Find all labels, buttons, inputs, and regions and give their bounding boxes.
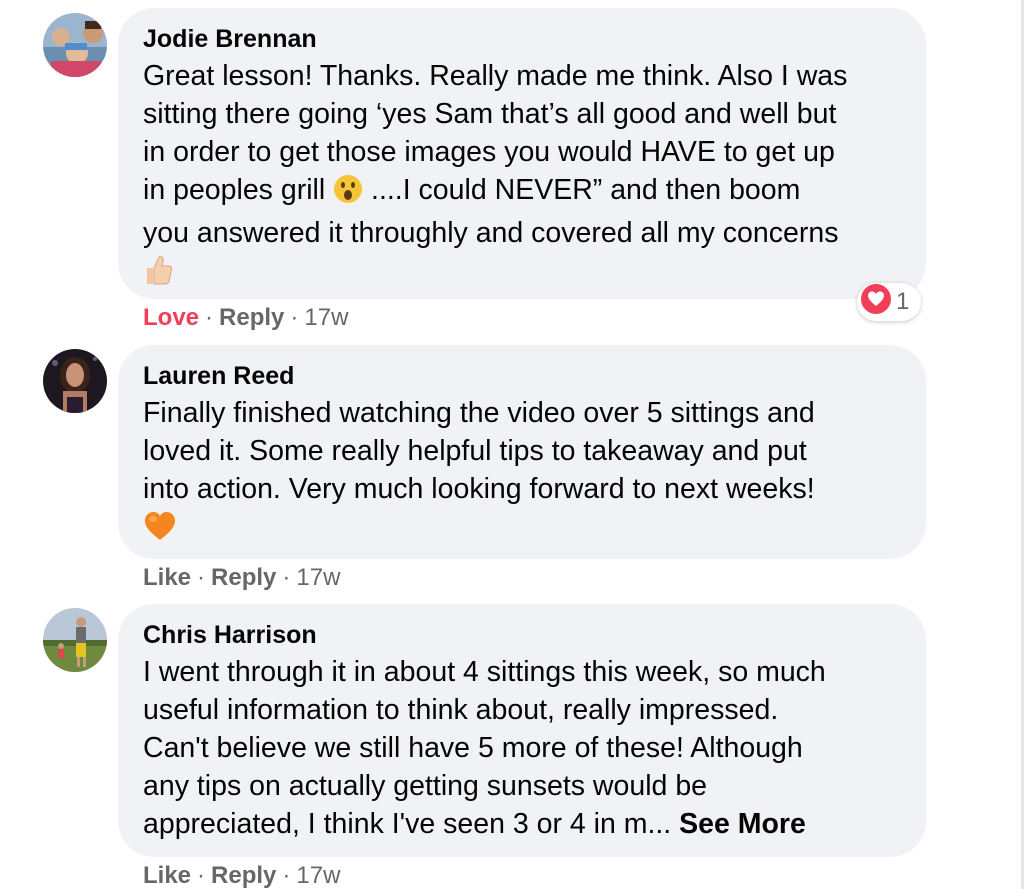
comment-line: Great lesson! Thanks. Really made me thi… bbox=[143, 60, 848, 92]
comment-actions: Like · Reply · 17w bbox=[143, 563, 340, 593]
comment-bubble: Lauren Reed Finally finished watching th… bbox=[118, 345, 926, 559]
reaction-count-badge[interactable]: 1 bbox=[857, 283, 922, 321]
comment-text: I went through it in about 4 sittings th… bbox=[143, 653, 902, 843]
comment-author[interactable]: Chris Harrison bbox=[143, 620, 902, 650]
emoji-line bbox=[143, 509, 902, 549]
comment-bubble: Jodie Brennan Great lesson! Thanks. Real… bbox=[118, 8, 926, 299]
timestamp[interactable]: 17w bbox=[296, 564, 340, 591]
comment-text: Finally finished watching the video over… bbox=[143, 394, 902, 549]
comment-line-with-emoji: in peoples grill ....I could NEVER” and … bbox=[143, 171, 902, 214]
orange-heart-icon bbox=[143, 510, 177, 552]
heart-reaction-icon bbox=[861, 283, 891, 321]
like-button[interactable]: Like bbox=[143, 862, 191, 889]
thumbs-up-icon bbox=[143, 254, 173, 296]
comment-line: appreciated, I think I've seen 3 or 4 in… bbox=[143, 808, 672, 840]
comment-line: Can't believe we still have 5 more of th… bbox=[143, 732, 803, 764]
avatar[interactable] bbox=[43, 349, 107, 413]
comment-line: Finally finished watching the video over… bbox=[143, 397, 815, 429]
emoji-line bbox=[143, 253, 902, 293]
comment-line: any tips on actually getting sunsets wou… bbox=[143, 770, 708, 802]
reply-button[interactable]: Reply bbox=[211, 862, 276, 889]
like-button[interactable]: Like bbox=[143, 564, 191, 591]
comment-line: ....I could NEVER” and then boom bbox=[371, 174, 801, 206]
reply-button[interactable]: Reply bbox=[219, 304, 284, 331]
comment-bubble: Chris Harrison I went through it in abou… bbox=[118, 604, 926, 857]
separator: · bbox=[290, 304, 299, 331]
comment-text: Great lesson! Thanks. Really made me thi… bbox=[143, 57, 902, 293]
timestamp[interactable]: 17w bbox=[304, 304, 348, 331]
comment-line: sitting there going ‘yes Sam that’s all … bbox=[143, 98, 837, 130]
comment-line: into action. Very much looking forward t… bbox=[143, 473, 815, 505]
comment-line: useful information to think about, reall… bbox=[143, 694, 779, 726]
avatar[interactable] bbox=[43, 608, 107, 672]
comment-line: loved it. Some really helpful tips to ta… bbox=[143, 435, 807, 467]
reaction-count: 1 bbox=[896, 288, 910, 315]
love-button[interactable]: Love bbox=[143, 304, 199, 331]
comment-author[interactable]: Lauren Reed bbox=[143, 361, 902, 391]
separator: · bbox=[197, 564, 206, 591]
comment-line: in order to get those images you would H… bbox=[143, 136, 835, 168]
comment-line: I went through it in about 4 sittings th… bbox=[143, 656, 826, 688]
avatar[interactable] bbox=[43, 13, 107, 77]
comment-line-with-see-more: appreciated, I think I've seen 3 or 4 in… bbox=[143, 805, 902, 843]
separator: · bbox=[205, 304, 214, 331]
separator: · bbox=[282, 564, 291, 591]
timestamp[interactable]: 17w bbox=[296, 862, 340, 889]
comment-author[interactable]: Jodie Brennan bbox=[143, 24, 902, 54]
surprised-face-icon bbox=[333, 174, 363, 214]
comment-actions: Love · Reply · 17w bbox=[143, 303, 348, 333]
comment-line: you answered it throughly and covered al… bbox=[143, 217, 839, 249]
separator: · bbox=[197, 862, 206, 889]
comment-line: in peoples grill bbox=[143, 174, 326, 206]
see-more-link[interactable]: See More bbox=[679, 808, 806, 840]
reply-button[interactable]: Reply bbox=[211, 564, 276, 591]
comment-actions: Like · Reply · 17w bbox=[143, 861, 340, 891]
separator: · bbox=[282, 862, 291, 889]
